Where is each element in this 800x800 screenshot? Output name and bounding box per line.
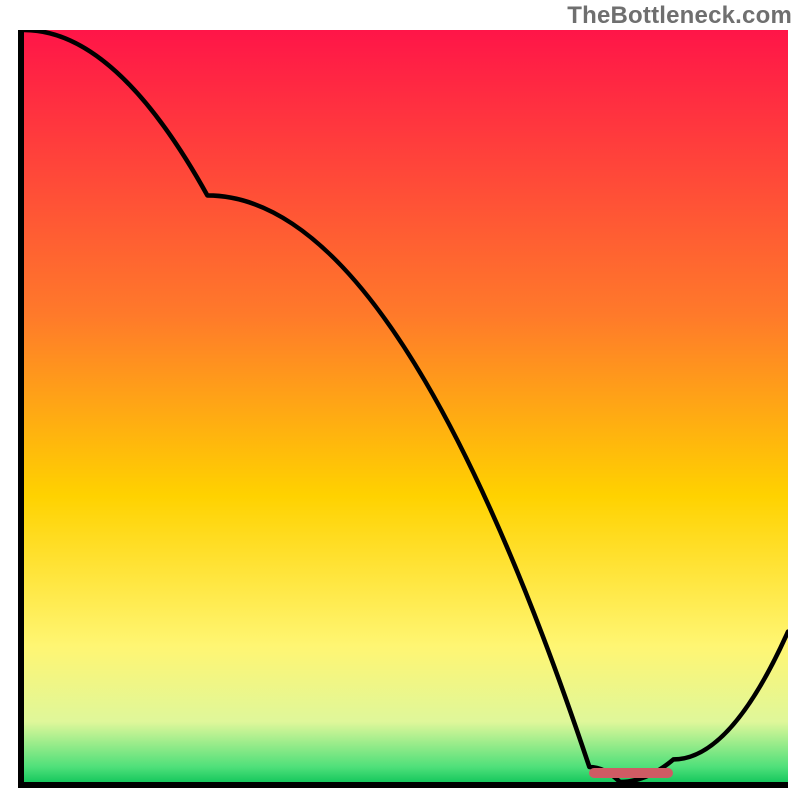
bottleneck-chart: TheBottleneck.com <box>0 0 800 800</box>
curve-path <box>24 30 788 782</box>
plot-area <box>18 30 788 788</box>
watermark-text: TheBottleneck.com <box>567 2 792 30</box>
optimum-range-marker <box>589 768 673 778</box>
bottleneck-curve <box>24 30 788 782</box>
